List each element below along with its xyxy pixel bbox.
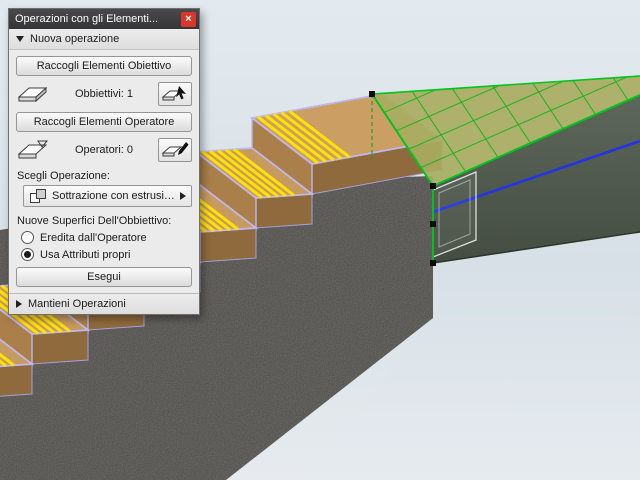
operators-count-label: Operatori: 0 bbox=[74, 144, 134, 156]
pick-target-icon bbox=[161, 86, 186, 101]
targets-count-label: Obbiettivi: 1 bbox=[74, 88, 134, 100]
viewport-3d[interactable]: Operazioni con gli Elementi... × Nuova o… bbox=[0, 0, 640, 480]
solid-operations-palette: Operazioni con gli Elementi... × Nuova o… bbox=[8, 8, 200, 315]
operation-value: Sottrazione con estrusio... bbox=[52, 190, 175, 202]
operators-row: Operatori: 0 bbox=[16, 138, 192, 162]
target-elements-icon bbox=[17, 86, 48, 103]
radio-eredita-row[interactable]: Eredita dall'Operatore bbox=[21, 231, 187, 244]
radio-usa-attributi[interactable] bbox=[21, 248, 34, 261]
operation-select[interactable]: Sottrazione con estrusio... bbox=[23, 185, 192, 207]
collect-operators-button[interactable]: Raccogli Elementi Operatore bbox=[16, 112, 192, 132]
chevron-right-icon bbox=[16, 300, 22, 308]
execute-button[interactable]: Esegui bbox=[16, 267, 192, 287]
chevron-down-icon bbox=[16, 36, 24, 42]
palette-titlebar[interactable]: Operazioni con gli Elementi... × bbox=[9, 9, 199, 29]
flyout-arrow-icon bbox=[180, 192, 186, 200]
choose-operation-label: Scegli Operazione: bbox=[17, 170, 110, 182]
radio-eredita-label: Eredita dall'Operatore bbox=[40, 231, 147, 244]
subtraction-icon bbox=[30, 189, 46, 203]
targets-row: Obbiettivi: 1 bbox=[16, 82, 192, 106]
new-surfaces-label: Nuove Superfici Dell'Obbiettivo: bbox=[17, 215, 172, 227]
collect-targets-button[interactable]: Raccogli Elementi Obiettivo bbox=[16, 56, 192, 76]
targets-count: 1 bbox=[126, 88, 134, 100]
radio-eredita[interactable] bbox=[21, 231, 34, 244]
radio-usa-attributi-label: Usa Attributi propri bbox=[40, 248, 131, 261]
close-button[interactable]: × bbox=[181, 11, 196, 27]
radio-usa-attributi-row[interactable]: Usa Attributi propri bbox=[21, 248, 187, 261]
pick-operator-icon bbox=[161, 142, 189, 157]
pick-targets-button[interactable] bbox=[158, 82, 192, 106]
section-new-operation[interactable]: Nuova operazione bbox=[9, 29, 199, 50]
pick-operators-button[interactable] bbox=[158, 138, 192, 162]
operators-count: 0 bbox=[126, 144, 134, 156]
section-new-operation-label: Nuova operazione bbox=[30, 33, 120, 45]
operator-elements-icon bbox=[17, 140, 49, 159]
section-keep-operations[interactable]: Mantieni Operazioni bbox=[9, 293, 199, 314]
palette-title: Operazioni con gli Elementi... bbox=[15, 13, 159, 25]
section-keep-operations-label: Mantieni Operazioni bbox=[28, 298, 126, 310]
